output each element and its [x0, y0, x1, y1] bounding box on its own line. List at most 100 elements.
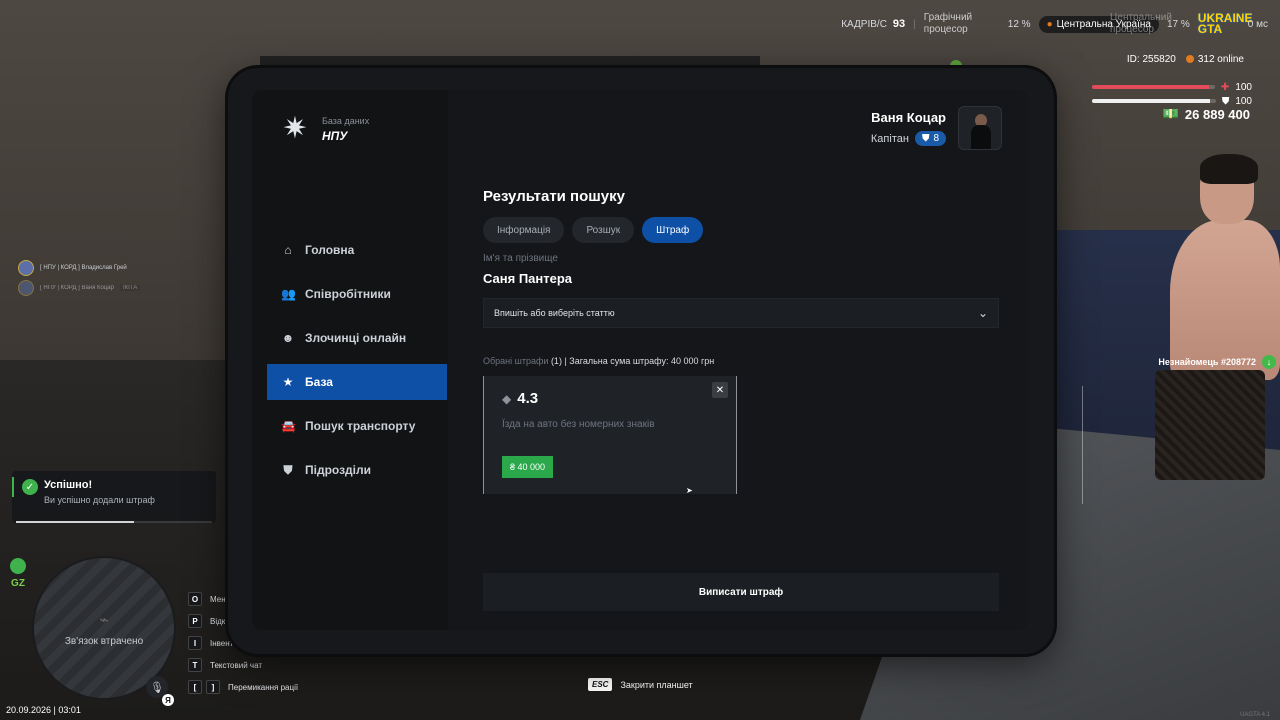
fines-summary: Обрані штрафи (1) | Загальна сума штрафу…	[483, 356, 1003, 366]
stranger-name: Незнайомець #208772	[1158, 357, 1256, 367]
close-icon: ✕	[715, 384, 725, 396]
sidebar-nav: ⌂ Головна 👥 Співробітники ☻ Злочинці онл…	[267, 232, 447, 496]
money-display: 💵 26 889 400	[1163, 106, 1250, 122]
criminal-icon: ☻	[281, 331, 295, 345]
armor-bar	[1092, 99, 1216, 103]
sidebar-item-vehicle-search[interactable]: 🚘 Пошук транспорту	[267, 408, 447, 444]
region-dot-icon: ●	[1046, 18, 1053, 30]
notification-progress	[16, 521, 212, 523]
sidebar-item-label: Злочинці онлайн	[305, 331, 407, 345]
brand-name: НПУ	[322, 128, 348, 143]
mouse-cursor-icon: ➤	[686, 486, 693, 495]
user-info: Ваня Коцар Капітан ⛊ 8	[871, 110, 946, 146]
online-icon	[1185, 55, 1194, 64]
remove-fine-button[interactable]: ✕	[712, 382, 728, 398]
sidebar-item-employees[interactable]: 👥 Співробітники	[267, 276, 447, 312]
sidebar-item-departments[interactable]: ⛊ Підрозділи	[267, 452, 447, 488]
sidebar-item-database[interactable]: ★ База	[267, 364, 447, 400]
tab-fine[interactable]: Штраф	[642, 217, 704, 243]
version-label: UAGTA 4.1	[1240, 712, 1270, 718]
online-count: 312 online	[1185, 54, 1244, 65]
fine-description: Їзда на авто без номерних знаків	[502, 419, 655, 430]
tab-information[interactable]: Інформація	[483, 217, 565, 243]
health-bar	[1092, 85, 1215, 89]
page-title: Результати пошуку	[483, 188, 625, 205]
shield-icon: ⛊	[283, 462, 293, 477]
cpu-label: Центральний процесор	[1110, 12, 1172, 35]
voice-row: [ НПУ | КОРД ] Ваня Коцар ІКІТА	[18, 278, 141, 298]
connection-lost-text: Зв'язок втрачено	[64, 635, 144, 647]
notification-accent	[12, 477, 14, 497]
sidebar-item-criminals-online[interactable]: ☻ Злочинці онлайн	[267, 320, 447, 356]
notification-progress-fill	[16, 521, 134, 523]
summary-count: (1)	[550, 356, 562, 366]
hud-top-bar: КАДРІВ/С 93 | Графічний процесор 12 % ● …	[841, 10, 1280, 38]
level-badge: ⛊ 8	[914, 131, 946, 146]
sidebar-item-label: Співробітники	[305, 287, 391, 301]
keybind-label: Відк	[210, 616, 226, 626]
voice-avatar	[18, 260, 34, 276]
voice-tag: ІКІТА	[119, 285, 141, 291]
check-icon: ✓	[22, 479, 38, 495]
keybind-row: [ ] Перемикання рації	[188, 676, 298, 698]
hud-separator: |	[913, 18, 916, 30]
user-profile: Ваня Коцар Капітан ⛊ 8	[871, 106, 1002, 150]
key-cap: P	[188, 614, 202, 628]
issue-fine-button[interactable]: Виписати штраф	[483, 573, 999, 611]
sidebar-item-label: Пошук транспорту	[305, 419, 416, 433]
date-time: 20.09.2026 | 03:01	[6, 705, 81, 715]
sidebar-item-home[interactable]: ⌂ Головна	[267, 232, 447, 268]
key-cap: T	[188, 658, 202, 672]
fps-counter: КАДРІВ/С 93	[841, 18, 905, 30]
keybind-label: Перемикання рації	[228, 682, 299, 692]
ping-value: 0 мс	[1247, 18, 1268, 30]
green-zone-indicator: GZ	[8, 558, 28, 589]
tab-wanted[interactable]: Розшук	[572, 217, 635, 243]
sidebar-item-label: Головна	[305, 243, 355, 257]
health-row: ✚ 100	[1092, 80, 1252, 94]
stranger-label: Незнайомець #208772 ↓	[1158, 355, 1276, 369]
keybind-label: Мен	[210, 594, 226, 604]
name-label: Ім'я та прізвище	[483, 253, 558, 264]
fine-code: 4.3	[517, 390, 539, 407]
tag-icon: ◆	[502, 391, 512, 406]
tab-bar: Інформація Розшук Штраф	[483, 217, 1003, 243]
key-cap: I	[188, 636, 202, 650]
voice-list: [ НПУ | КОРД ] Владислав Грей [ НПУ | КО…	[18, 258, 141, 298]
health-icon: ✚	[1220, 81, 1230, 93]
character-shorts	[1155, 370, 1265, 480]
voice-name: [ НПУ | КОРД ] Владислав Грей	[40, 265, 127, 271]
server-logo: UKRAINE GTA	[1197, 11, 1253, 36]
car-icon: 🚘	[281, 419, 296, 433]
article-select[interactable]: Впишіть або виберіть статтю ⌄	[483, 298, 999, 328]
success-notification: ✓ Успішно! Ви успішно додали штраф	[12, 471, 216, 523]
key-cap: O	[188, 592, 202, 606]
esc-key: ESC	[588, 678, 613, 691]
user-name: Ваня Коцар	[871, 110, 946, 125]
fps-value: 93	[892, 18, 906, 30]
user-level: 8	[933, 133, 939, 144]
gpu-label: Графічний процесор	[923, 12, 973, 35]
search-results: Результати пошуку Інформація Розшук Штра…	[483, 188, 1003, 494]
keybind-row: T Текстовий чат	[188, 654, 298, 676]
notification-message: Ви успішно додали штраф	[44, 495, 155, 505]
home-icon: ⌂	[284, 243, 292, 257]
brand: ✷ База даних НПУ	[278, 112, 369, 146]
money-icon: 💵	[1162, 106, 1179, 121]
user-rank-row: Капітан ⛊ 8	[871, 131, 946, 146]
sidebar: ✷ База даних НПУ ⌂ Головна 👥 Співробітни…	[252, 90, 448, 630]
status-bars: ✚ 100 ⛊ 100	[1092, 80, 1252, 108]
player-id-row: ID: 255820 312 online	[1127, 54, 1244, 65]
brand-subtitle: База даних	[322, 115, 370, 126]
summary-label: Обрані штрафи	[483, 356, 549, 366]
shield-icon	[10, 558, 26, 574]
tablet-screen: ✷ База даних НПУ ⌂ Головна 👥 Співробітни…	[252, 90, 1028, 630]
user-rank: Капітан	[870, 132, 909, 145]
key-pair: [ ]	[188, 680, 220, 694]
users-icon: 👥	[281, 287, 296, 301]
keybind-label: Інвент	[210, 638, 234, 648]
money-value: 26 889 400	[1184, 106, 1250, 122]
police-star-icon: ✷	[282, 112, 308, 145]
sidebar-item-label: Підрозділи	[305, 463, 371, 477]
close-tablet-hint: ESC Закрити планшет	[588, 678, 693, 691]
